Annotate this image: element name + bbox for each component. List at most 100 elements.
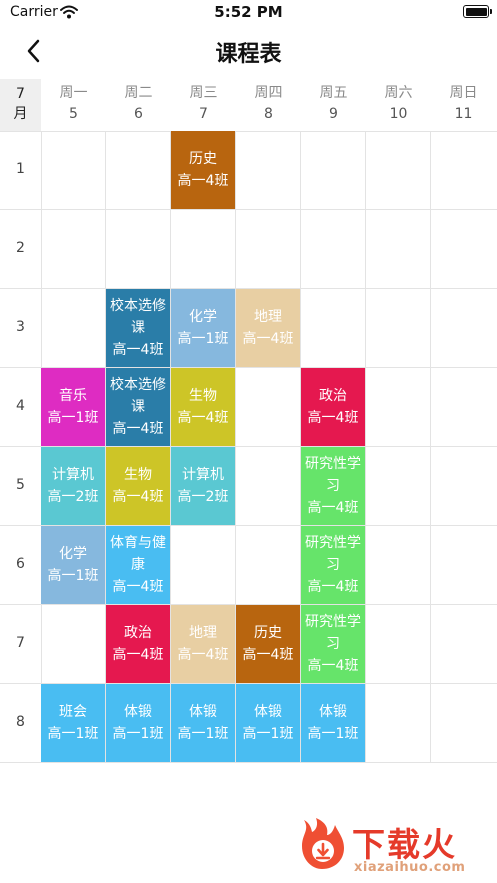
course-block[interactable]: 校本选修课 高一4班 [106, 289, 170, 367]
course-class: 高一1班 [177, 726, 229, 742]
course-block[interactable]: 政治 高一4班 [301, 368, 365, 446]
course-block[interactable]: 校本选修课 高一4班 [106, 368, 170, 446]
status-bar: Carrier 5:52 PM [0, 0, 497, 24]
period-number: 1 [16, 160, 25, 177]
day-name: 周四 [254, 85, 283, 101]
course-block[interactable]: 历史高一4班 [236, 605, 300, 683]
course-class: 高一4班 [112, 421, 164, 437]
day-name: 周二 [124, 85, 153, 101]
course-text: 体锻高一1班 [308, 701, 359, 745]
period-number: 2 [16, 239, 25, 256]
course-class: 高一2班 [177, 489, 229, 505]
course-block[interactable]: 班会 高一1班 [41, 684, 105, 762]
page-title: 课程表 [215, 42, 282, 67]
course-name: 研究性学习 [305, 456, 361, 494]
course-name: 地理 [253, 309, 282, 325]
course-block[interactable]: 计算机 高一2班 [41, 447, 105, 525]
day-date: 5 [69, 106, 78, 122]
course-class: 高一4班 [307, 500, 359, 516]
course-name: 政治 [123, 625, 152, 641]
day-name: 周日 [449, 85, 478, 101]
period-number: 5 [16, 476, 25, 493]
day-header: 周二 6 [106, 79, 171, 131]
day-header: 周五 9 [301, 79, 366, 131]
course-text: 政治高一4班 [113, 622, 164, 666]
course-block[interactable]: 化学高一1班 [41, 526, 105, 604]
course-block[interactable]: 政治高一4班 [106, 605, 170, 683]
course-class: 高一4班 [307, 579, 359, 595]
course-name: 研究性学习 [305, 535, 361, 573]
day-date: 7 [199, 106, 208, 122]
course-class: 高一4班 [242, 647, 294, 663]
course-name: 历史 [253, 625, 282, 641]
grid-column-line [430, 131, 431, 763]
course-block[interactable]: 生物 高一4班 [106, 447, 170, 525]
day-date: 9 [329, 106, 338, 122]
grid-row-line [0, 762, 497, 763]
course-block[interactable]: 地理高一4班 [171, 605, 235, 683]
day-name: 周五 [319, 85, 348, 101]
course-block[interactable]: 研究性学习高一4班 [301, 605, 365, 683]
course-class: 高一4班 [307, 658, 359, 674]
course-block[interactable]: 生物 高一4班 [171, 368, 235, 446]
day-header: 周三 7 [171, 79, 236, 131]
course-class: 高一1班 [47, 568, 99, 584]
course-name: 历史 [188, 151, 217, 167]
course-text: 体锻 高一1班 [243, 701, 294, 745]
day-name: 周三 [189, 85, 218, 101]
course-name: 政治 [318, 388, 347, 404]
month-number: 7 [16, 86, 25, 102]
course-text: 研究性学习高一4班 [304, 453, 362, 519]
course-block[interactable]: 地理高一4班 [236, 289, 300, 367]
course-text: 体锻 高一1班 [113, 701, 164, 745]
course-class: 高一1班 [47, 410, 99, 426]
course-class: 高一1班 [177, 331, 229, 347]
course-class: 高一4班 [112, 647, 164, 663]
day-header: 周日 11 [431, 79, 496, 131]
course-text: 研究性学习高一4班 [304, 611, 362, 677]
grid-column-line [365, 131, 366, 763]
course-class: 高一2班 [47, 489, 99, 505]
course-text: 校本选修课 高一4班 [109, 374, 167, 440]
course-name: 体锻 [188, 704, 217, 720]
course-class: 高一4班 [177, 647, 229, 663]
course-class: 高一1班 [47, 726, 99, 742]
period-number: 7 [16, 634, 25, 651]
day-date: 11 [454, 106, 473, 122]
course-text: 音乐 高一1班 [48, 385, 99, 429]
course-block[interactable]: 化学 高一1班 [171, 289, 235, 367]
day-date: 6 [134, 106, 143, 122]
course-block[interactable]: 体育与健康 高一4班 [106, 526, 170, 604]
course-text: 体锻高一1班 [178, 701, 229, 745]
course-block[interactable]: 体锻 高一1班 [106, 684, 170, 762]
course-class: 高一1班 [242, 726, 294, 742]
course-block[interactable]: 体锻高一1班 [301, 684, 365, 762]
timetable-grid: 7 月 周一 5 周二 6 周三 7 周四 8 周五 9 周六 10 周日 11 1 2 3 4 5 6 7 8 历史 高一4… [0, 79, 497, 765]
course-name: 化学 [58, 546, 87, 562]
course-block[interactable]: 计算机 高一2班 [171, 447, 235, 525]
course-text: 历史高一4班 [243, 622, 294, 666]
course-name: 生物 [123, 467, 152, 483]
clock: 5:52 PM [214, 3, 283, 21]
course-text: 化学 高一1班 [178, 306, 229, 350]
course-name: 研究性学习 [305, 614, 361, 652]
course-block[interactable]: 研究性学习高一4班 [301, 447, 365, 525]
course-text: 计算机 高一2班 [178, 464, 229, 508]
course-block[interactable]: 研究性学习高一4班 [301, 526, 365, 604]
course-name: 体锻 [318, 704, 347, 720]
month-unit: 月 [13, 106, 28, 122]
course-text: 化学高一1班 [48, 543, 99, 587]
course-name: 地理 [188, 625, 217, 641]
month-cell: 7 月 [0, 79, 41, 131]
course-block[interactable]: 体锻高一1班 [171, 684, 235, 762]
course-block[interactable]: 体锻 高一1班 [236, 684, 300, 762]
course-class: 高一4班 [242, 331, 294, 347]
course-class: 高一1班 [307, 726, 359, 742]
flame-logo-icon [302, 818, 344, 869]
course-name: 生物 [188, 388, 217, 404]
course-block[interactable]: 历史高一4班 [171, 131, 235, 209]
course-block[interactable]: 音乐 高一1班 [41, 368, 105, 446]
course-class: 高一4班 [177, 173, 229, 189]
course-text: 地理高一4班 [178, 622, 229, 666]
course-class: 高一4班 [112, 579, 164, 595]
